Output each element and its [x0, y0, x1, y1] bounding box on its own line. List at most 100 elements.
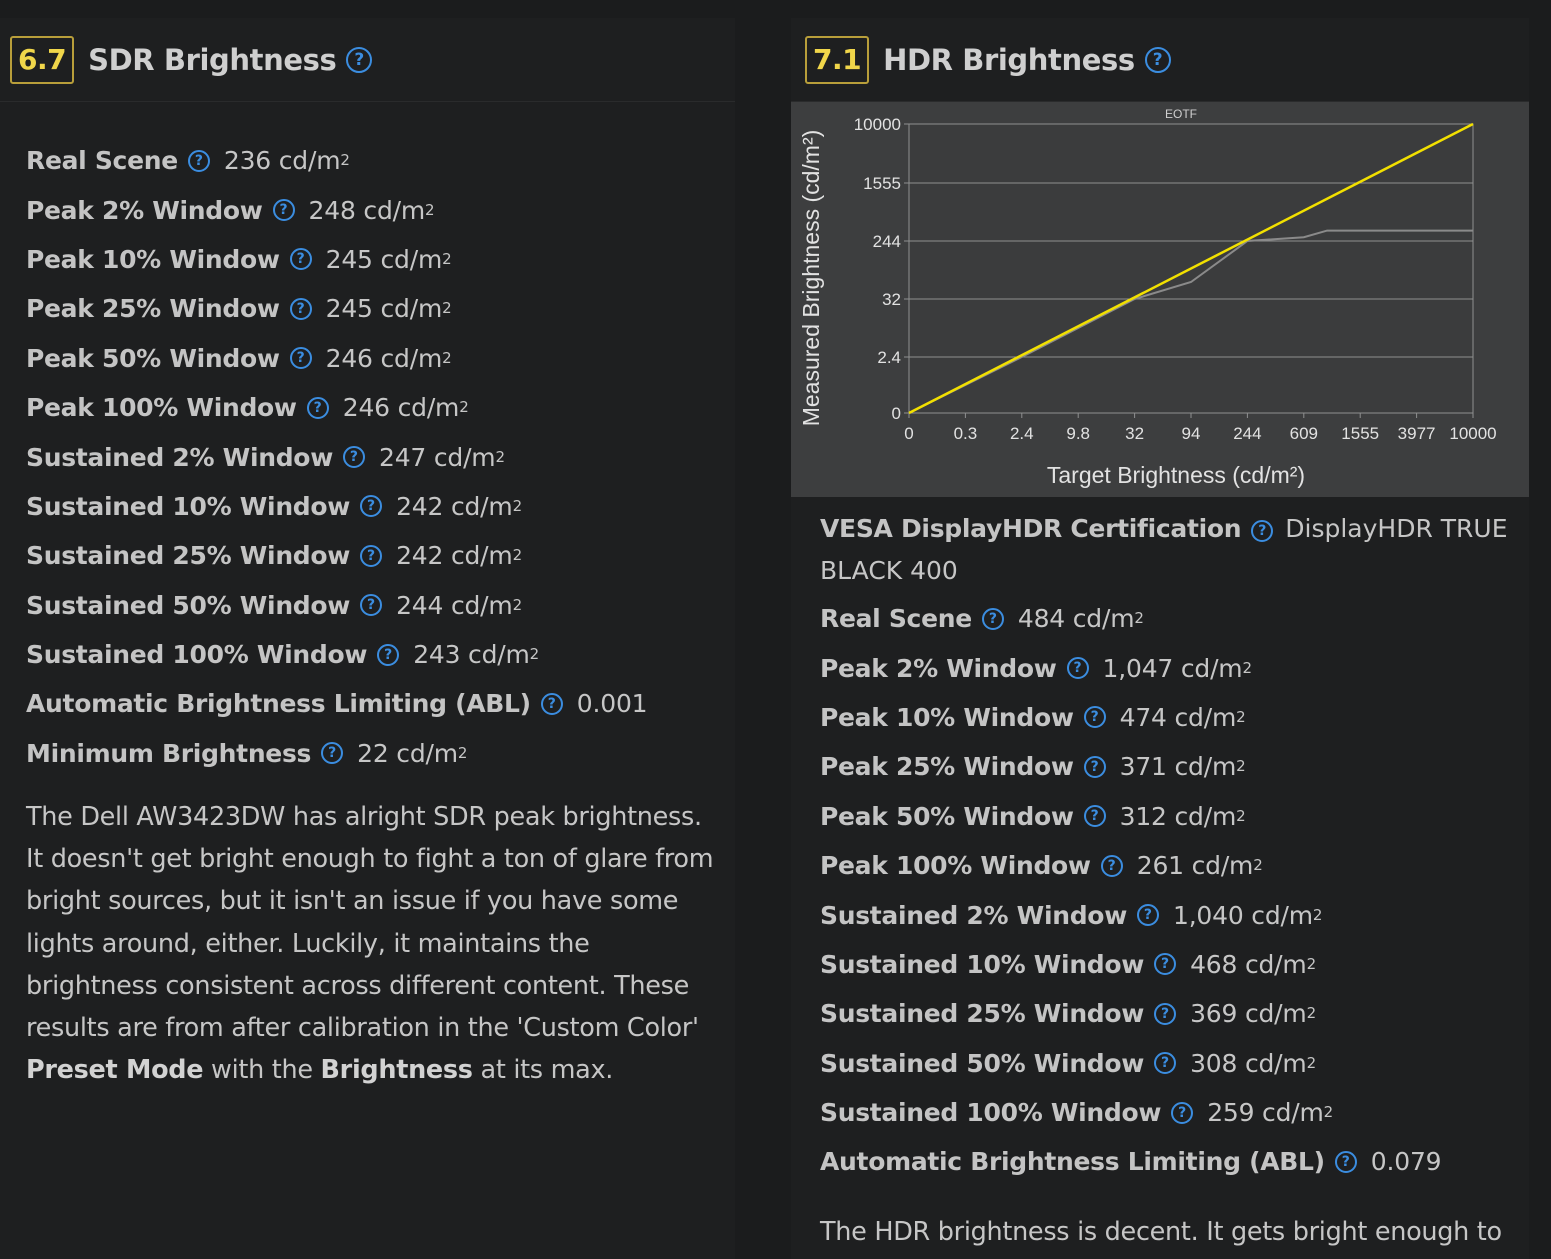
question-circle-icon[interactable]: ?: [540, 692, 563, 715]
question-circle-icon[interactable]: ?: [1154, 1002, 1177, 1025]
unit-superscript: 2: [1323, 1103, 1334, 1122]
sdr-description-text: at its max.: [472, 1055, 614, 1086]
chart-y-tick-label: 2.4: [877, 348, 901, 367]
chart-y-axis-label: Measured Brightness (cd/m²): [798, 130, 824, 427]
hdr-measurement-row: Automatic Brightness Limiting (ABL)? 0.07…: [820, 1137, 1442, 1186]
sdr-measurement-row: Automatic Brightness Limiting (ABL)? 0.00…: [26, 679, 735, 728]
hdr-measurement-row: Sustained 2% Window? 1,040 cd/m2: [820, 890, 1441, 939]
sdr-score-badge: 6.7: [10, 35, 75, 84]
question-circle-icon[interactable]: ?: [187, 149, 210, 172]
sdr-measurement-row: Sustained 25% Window? 242 cd/m2: [26, 531, 735, 580]
question-circle-icon[interactable]: ?: [1171, 1101, 1194, 1124]
measurement-label: Peak 10% Window: [26, 244, 280, 274]
measurement-value-text: 242 cd/m: [396, 541, 513, 571]
measurement-label: Peak 2% Window: [26, 195, 263, 225]
measurement-value-text: 242 cd/m: [396, 491, 513, 521]
measurement-label: Peak 100% Window: [26, 393, 297, 423]
measurement-value-text: 308 cd/m: [1190, 1048, 1307, 1078]
question-circle-icon[interactable]: ?: [1334, 1150, 1357, 1173]
question-circle-icon[interactable]: ?: [981, 607, 1004, 630]
question-circle-icon[interactable]: ?: [1083, 755, 1106, 778]
question-circle-icon[interactable]: ?: [289, 297, 312, 320]
question-circle-icon[interactable]: ?: [306, 396, 329, 419]
sdr-description-bold-brightness: Brightness: [320, 1055, 473, 1086]
measurement-label: Peak 25% Window: [820, 752, 1074, 782]
sdr-description-text: The Dell AW3423DW has alright SDR peak b…: [26, 802, 714, 1044]
unit-superscript: 2: [1236, 757, 1246, 776]
question-circle-icon[interactable]: ?: [1251, 520, 1274, 542]
question-circle-icon[interactable]: ?: [1083, 805, 1106, 828]
measurement-value: 1,040 cd/m2: [1173, 901, 1322, 930]
question-circle-icon[interactable]: ?: [272, 199, 295, 222]
measurement-label: Real Scene: [820, 604, 972, 634]
chart-x-tick-label: 94: [1182, 424, 1201, 443]
sdr-measurement-row: Peak 100% Window? 246 cd/m2: [26, 383, 735, 432]
unit-superscript: 2: [512, 546, 523, 565]
sdr-measurement-row: Minimum Brightness? 22 cd/m2: [26, 729, 735, 778]
question-circle-icon[interactable]: ?: [1100, 854, 1123, 877]
chart-y-tick-label: 244: [873, 232, 901, 251]
measurement-label: Sustained 10% Window: [26, 491, 351, 521]
measurement-value-text: 484 cd/m: [1017, 604, 1135, 634]
question-circle-icon[interactable]: ?: [342, 446, 365, 469]
question-circle-icon[interactable]: ?: [360, 495, 383, 518]
measurement-value: 243 cd/m2: [413, 640, 539, 669]
question-circle-icon[interactable]: ?: [1066, 657, 1089, 680]
unit-superscript: 2: [1312, 905, 1323, 924]
measurement-value-text: 246 cd/m: [325, 343, 443, 373]
question-circle-icon[interactable]: ?: [289, 248, 312, 271]
hdr-measurement-row: Peak 50% Window? 312 cd/m2: [820, 792, 1441, 841]
hdr-measurement-row: Peak 10% Window? 474 cd/m2: [820, 693, 1441, 742]
measurement-label: Sustained 2% Window: [26, 442, 333, 472]
measurement-value: 245 cd/m2: [326, 294, 452, 323]
question-circle-icon[interactable]: ?: [289, 347, 312, 370]
sdr-measurements-list: Real Scene? 236 cd/m2 Peak 2% Window? 248 c…: [0, 102, 735, 778]
question-circle-icon[interactable]: ?: [1154, 1052, 1177, 1075]
measurement-label: Sustained 2% Window: [820, 900, 1127, 930]
unit-superscript: 2: [512, 595, 523, 614]
measurement-label: Sustained 25% Window: [820, 999, 1145, 1029]
unit-superscript: 2: [512, 496, 523, 515]
hdr-description: The HDR brightness is decent. It gets br…: [820, 1217, 1502, 1247]
chart-x-tick-label: 9.8: [1066, 424, 1090, 443]
measurement-value-text: 246 cd/m: [342, 393, 460, 423]
chart-y-tick-label: 32: [882, 290, 901, 309]
measurement-label: Peak 10% Window: [820, 702, 1074, 732]
question-circle-icon[interactable]: ?: [377, 643, 400, 666]
question-circle-icon[interactable]: ?: [1154, 953, 1177, 976]
hdr-measurement-row: Peak 100% Window? 261 cd/m2: [820, 841, 1441, 890]
chart-y-tick-label: 10000: [854, 115, 901, 134]
question-circle-icon[interactable]: ?: [360, 594, 383, 617]
measurement-value: 248 cd/m2: [309, 196, 435, 225]
sdr-measurement-row: Sustained 2% Window? 247 cd/m2: [26, 432, 735, 481]
measurement-value: 261 cd/m2: [1137, 851, 1263, 880]
measurement-value-text: 0.079: [1370, 1147, 1442, 1177]
measurement-value-text: 248 cd/m: [308, 195, 426, 225]
measurement-value: 246 cd/m2: [343, 393, 469, 422]
chart-y-tick-label: 0: [892, 404, 901, 423]
chart-x-tick-label: 0: [904, 424, 913, 443]
measurement-value: 468 cd/m2: [1190, 950, 1316, 979]
eotf-chart: 0 0.3 2.4 9.8 32 94 244 609 1555 3977 10000 0 2.4 32…: [791, 102, 1529, 497]
sdr-measurement-row: Sustained 100% Window? 243 cd/m2: [26, 630, 735, 679]
sdr-description-text: with the: [203, 1055, 321, 1086]
hdr-score-badge: 7.1: [805, 35, 870, 84]
question-circle-icon[interactable]: ?: [1144, 46, 1171, 73]
measurement-value: 242 cd/m2: [396, 541, 522, 570]
measurement-label: Sustained 50% Window: [820, 1048, 1145, 1078]
measurement-label: Peak 50% Window: [26, 343, 280, 373]
measurement-label: Sustained 25% Window: [26, 541, 351, 571]
unit-superscript: 2: [442, 299, 452, 318]
question-circle-icon[interactable]: ?: [321, 742, 344, 765]
question-circle-icon[interactable]: ?: [1083, 706, 1106, 729]
question-circle-icon[interactable]: ?: [1136, 904, 1159, 927]
measurement-label: Sustained 50% Window: [26, 590, 351, 620]
measurement-label: Peak 25% Window: [26, 294, 280, 324]
question-circle-icon[interactable]: ?: [360, 544, 383, 567]
hdr-section-title: HDR Brightness: [883, 42, 1135, 77]
question-circle-icon[interactable]: ?: [346, 46, 373, 73]
chart-x-tick-label: 32: [1125, 424, 1144, 443]
measurement-value-text: 371 cd/m: [1119, 752, 1237, 782]
unit-superscript: 2: [1236, 806, 1246, 825]
measurement-value: 247 cd/m2: [379, 443, 505, 472]
